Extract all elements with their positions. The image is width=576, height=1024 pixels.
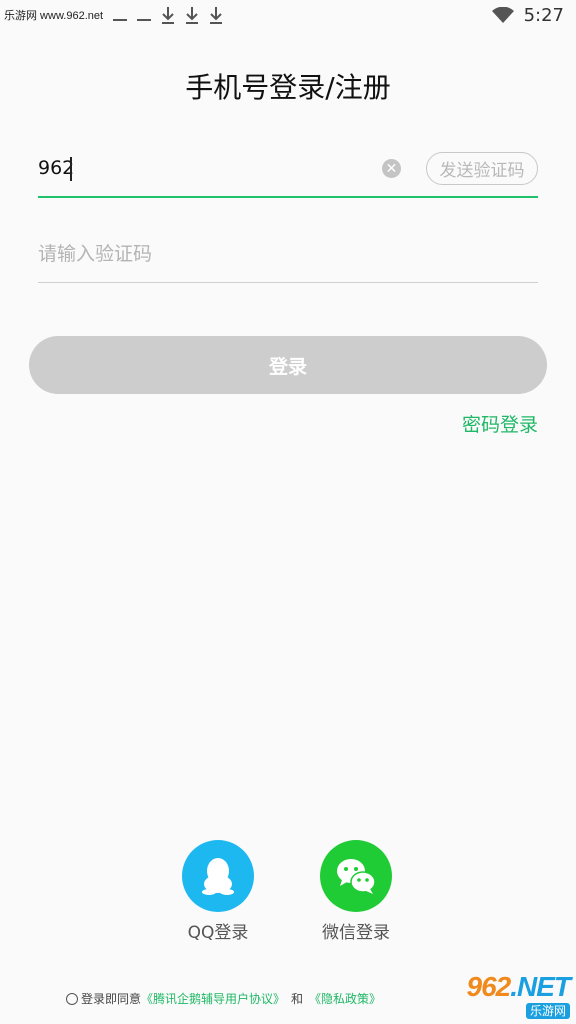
watermark-logo-text: 962.NET — [466, 971, 571, 1002]
agree-radio[interactable] — [66, 992, 78, 1005]
download-icon — [210, 7, 223, 24]
agreement: 登录即同意 《腾讯企鹅辅导用户协议》 和 《隐私政策》 — [66, 990, 381, 1007]
privacy-policy-link[interactable]: 《隐私政策》 — [309, 990, 381, 1007]
qq-login[interactable]: QQ登录 — [158, 840, 278, 943]
status-right: 5:27 — [491, 4, 564, 26]
text-caret — [70, 157, 72, 181]
watermark-logo-subtext: 乐游网 — [525, 1003, 570, 1019]
site-watermark-logo: 962.NET 乐游网 — [438, 971, 571, 1020]
minus-icon — [113, 19, 128, 21]
watermark-text: 乐游网 www.962.net — [4, 10, 104, 22]
status-bar: 乐游网 www.962.net 5:27 — [0, 0, 576, 30]
agreement-and: 和 — [291, 992, 304, 1006]
minus-icon — [137, 19, 152, 21]
download-icon — [162, 7, 175, 24]
download-icon — [186, 7, 199, 24]
page-title: 手机号登录/注册 — [185, 71, 391, 104]
login-button[interactable]: 登录 — [29, 336, 547, 394]
wechat-icon — [337, 859, 376, 894]
clear-icon[interactable]: ✕ — [382, 159, 401, 178]
phone-field[interactable]: ✕ 发送验证码 — [38, 140, 538, 198]
status-left: 乐游网 www.962.net — [4, 6, 223, 24]
password-login-link[interactable]: 密码登录 — [462, 410, 538, 437]
verification-code-input[interactable] — [38, 226, 358, 282]
send-code-button[interactable]: 发送验证码 — [426, 152, 538, 185]
qq-login-button[interactable] — [182, 840, 254, 912]
wechat-login-label: 微信登录 — [322, 923, 390, 943]
agreement-prefix: 登录即同意 — [81, 992, 142, 1006]
wechat-login-button[interactable] — [320, 840, 392, 912]
phone-input[interactable] — [38, 140, 358, 196]
status-time: 5:27 — [523, 4, 564, 26]
wechat-login[interactable]: 微信登录 — [296, 840, 416, 943]
wifi-icon — [491, 7, 514, 23]
verification-code-field[interactable] — [38, 226, 538, 283]
user-agreement-link[interactable]: 《腾讯企鹅辅导用户协议》 — [141, 990, 285, 1007]
qq-login-label: QQ登录 — [187, 923, 249, 943]
qq-penguin-icon — [202, 858, 234, 895]
